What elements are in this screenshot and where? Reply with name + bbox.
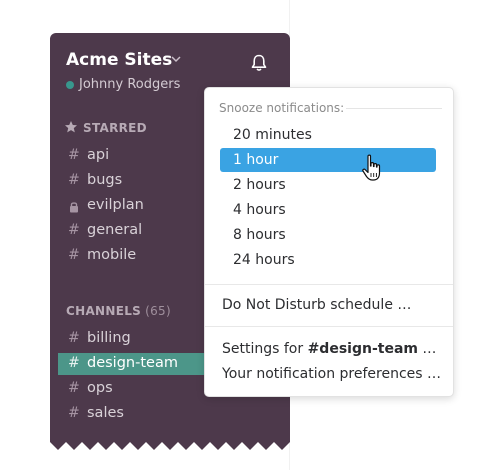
channel-hash: # <box>68 222 80 238</box>
settings-channel: #design-team <box>307 341 418 357</box>
menu-item-label: 24 hours <box>233 252 295 268</box>
channel-hash: # <box>68 247 80 263</box>
snooze-option-2-hours[interactable]: 2 hours <box>220 173 436 197</box>
notification-preferences-item[interactable]: Your notification preferences … <box>222 366 441 382</box>
starred-header[interactable]: STARRED <box>83 121 147 135</box>
dnd-schedule-item[interactable]: Do Not Disturb schedule … <box>222 297 411 313</box>
channel-name: design-team <box>87 355 178 371</box>
menu-divider <box>205 284 453 285</box>
channel-hash: # <box>68 355 80 371</box>
channel-name: ops <box>87 380 113 396</box>
snooze-option-4-hours[interactable]: 4 hours <box>220 198 436 222</box>
channel-name: billing <box>87 330 131 346</box>
team-name[interactable]: Acme Sites <box>66 50 172 70</box>
channel-hash: # <box>68 147 80 163</box>
channels-header-label: CHANNELS <box>66 304 142 318</box>
menu-item-label: 20 minutes <box>233 127 312 143</box>
hand-cursor-icon <box>362 154 381 181</box>
bell-icon[interactable] <box>249 53 269 73</box>
menu-item-label: 4 hours <box>233 202 286 218</box>
presence-indicator <box>66 81 74 89</box>
channel-name: api <box>87 147 110 163</box>
menu-item-label: 8 hours <box>233 227 286 243</box>
channel-name: sales <box>87 405 124 421</box>
menu-item-label: 1 hour <box>233 152 279 168</box>
lock-icon <box>70 202 78 213</box>
snooze-option-20-minutes[interactable]: 20 minutes <box>220 123 436 147</box>
menu-label-divider <box>346 108 442 109</box>
snooze-option-1-hour[interactable]: 1 hour <box>220 148 436 172</box>
snooze-option-24-hours[interactable]: 24 hours <box>220 248 436 272</box>
channel-name: bugs <box>87 172 123 188</box>
chevron-down-icon[interactable] <box>171 55 181 63</box>
channel-hash: # <box>68 405 80 421</box>
notifications-menu: Snooze notifications: 20 minutes 1 hour … <box>204 87 454 397</box>
sidebar-torn-edge <box>50 438 290 450</box>
star-icon <box>65 121 77 133</box>
channel-settings-item[interactable]: Settings for #design-team … <box>222 341 436 357</box>
channel-name: mobile <box>87 247 137 263</box>
snooze-label: Snooze notifications: <box>219 101 345 115</box>
channel-hash: # <box>68 380 80 396</box>
channel-hash: # <box>68 330 80 346</box>
channels-header[interactable]: CHANNELS (65) <box>66 304 171 318</box>
settings-suffix: … <box>417 341 437 357</box>
settings-prefix: Settings for <box>222 341 308 357</box>
menu-divider <box>205 326 453 327</box>
snooze-option-8-hours[interactable]: 8 hours <box>220 223 436 247</box>
menu-item-label: 2 hours <box>233 177 286 193</box>
channels-count: (65) <box>145 304 171 318</box>
user-name: Johnny Rodgers <box>79 77 181 92</box>
channel-name: evilplan <box>87 197 144 213</box>
channel-hash: # <box>68 172 80 188</box>
channel-name: general <box>87 222 143 238</box>
channel-item-sales[interactable]: # sales <box>58 403 290 425</box>
